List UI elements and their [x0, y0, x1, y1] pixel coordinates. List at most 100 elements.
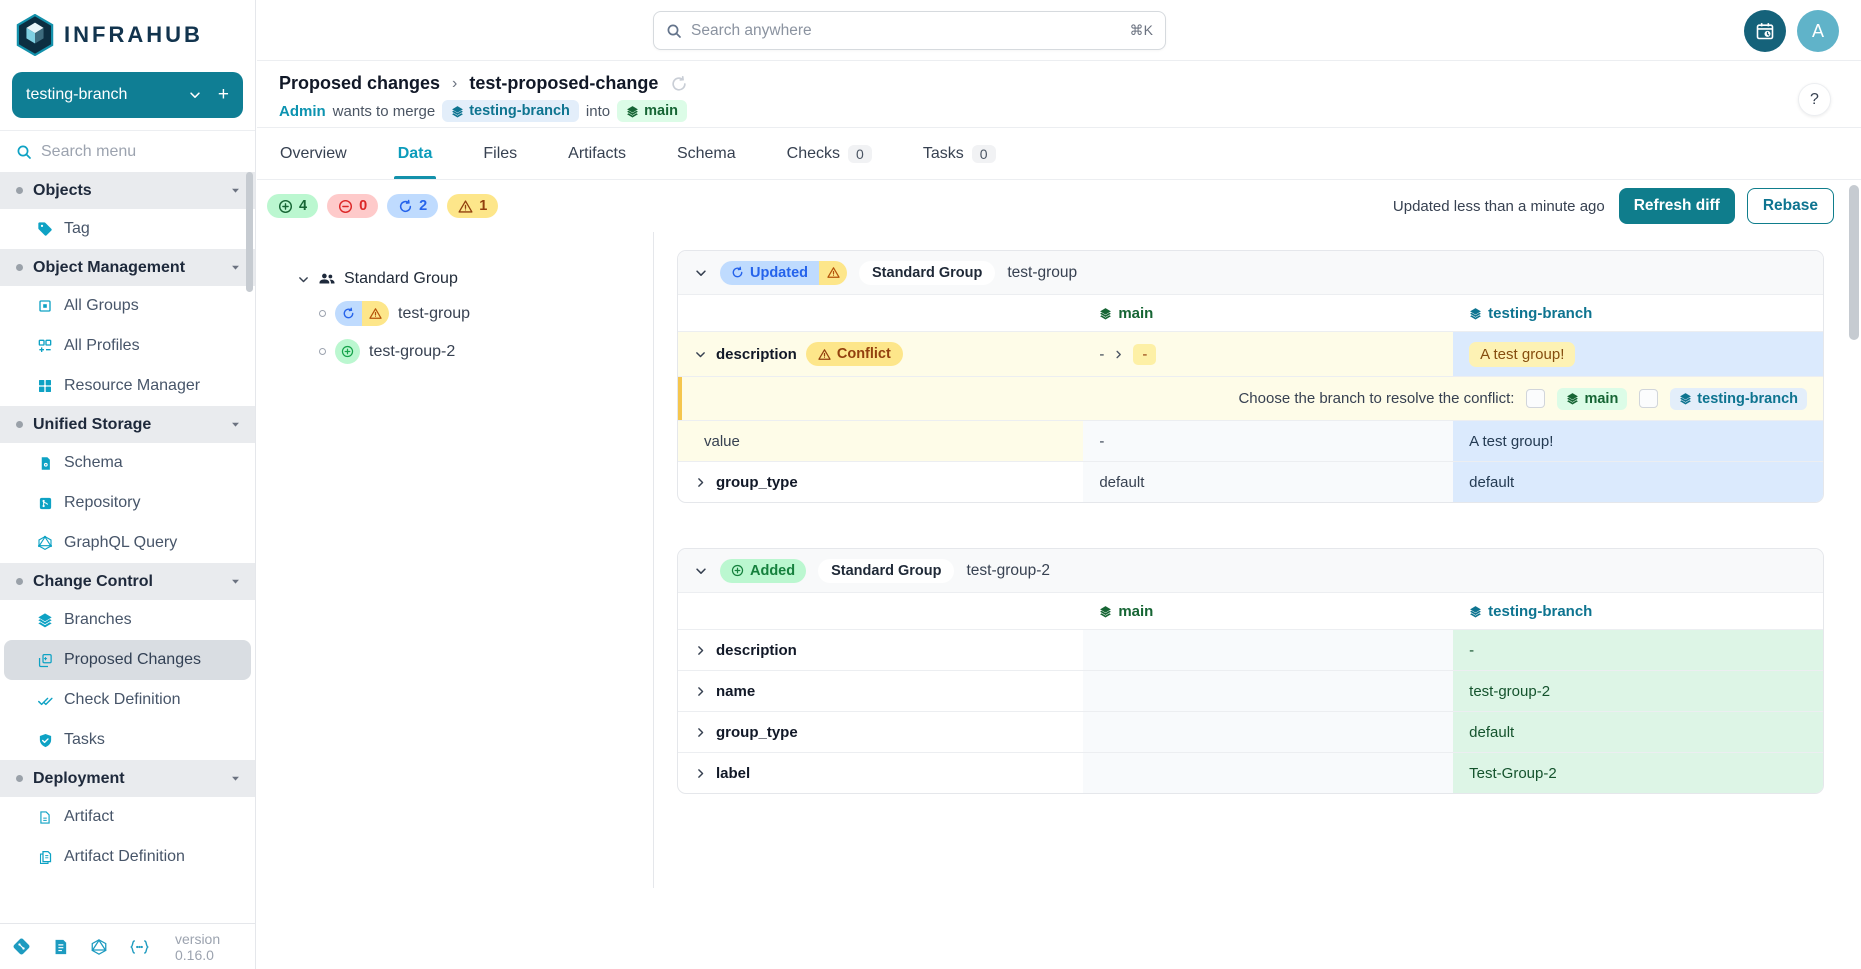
- sidebar-scrollbar[interactable]: [246, 172, 253, 292]
- tab-tasks[interactable]: Tasks0: [923, 128, 996, 179]
- tab-bar: Overview Data Files Artifacts Schema Che…: [257, 128, 1861, 180]
- sidebar-item-check-definition[interactable]: Check Definition: [0, 680, 255, 720]
- avatar[interactable]: A: [1797, 10, 1839, 52]
- conflicts-counter: 1: [447, 194, 498, 218]
- logo: INFRAHUB: [0, 0, 255, 66]
- chevron-down-icon[interactable]: [694, 564, 708, 578]
- sidebar-item-all-profiles[interactable]: All Profiles: [0, 326, 255, 366]
- attribute-row-description[interactable]: description -: [678, 630, 1823, 671]
- chevron-right-icon[interactable]: [694, 726, 707, 739]
- tab-artifacts[interactable]: Artifacts: [568, 128, 626, 179]
- tab-checks[interactable]: Checks0: [787, 128, 872, 179]
- sidebar-item-graphql-query[interactable]: GraphQL Query: [0, 523, 255, 563]
- main-value-cell: default: [1083, 462, 1453, 502]
- help-button[interactable]: ?: [1798, 83, 1831, 116]
- chevron-down-icon[interactable]: [694, 348, 707, 361]
- target-branch-badge: main: [617, 100, 687, 122]
- layers-icon: [1099, 307, 1112, 320]
- layers-icon: [451, 105, 464, 118]
- chevron-down-icon: [188, 88, 202, 102]
- chevron-right-icon[interactable]: [694, 685, 707, 698]
- tree-bullet-icon: [319, 348, 326, 355]
- chevron-down-icon[interactable]: [694, 266, 708, 280]
- section-unified-storage[interactable]: Unified Storage: [0, 406, 255, 443]
- sidebar-item-resource-manager[interactable]: Resource Manager: [0, 366, 255, 406]
- author-link[interactable]: Admin: [279, 103, 326, 120]
- sidebar-item-repository[interactable]: Repository: [0, 483, 255, 523]
- tree-node-standard-group[interactable]: Standard Group: [297, 270, 653, 288]
- git-icon[interactable]: [12, 937, 31, 956]
- tree-node-test-group[interactable]: test-group: [319, 301, 653, 326]
- section-change-control[interactable]: Change Control: [0, 563, 255, 600]
- column-main: main: [1083, 593, 1453, 629]
- chevron-down-icon: [230, 262, 241, 273]
- tab-schema[interactable]: Schema: [677, 128, 736, 179]
- section-deployment[interactable]: Deployment: [0, 760, 255, 797]
- chevron-right-icon[interactable]: [694, 767, 707, 780]
- panel-header[interactable]: Updated Standard Group test-group: [678, 251, 1823, 295]
- sidebar-item-branches[interactable]: Branches: [0, 600, 255, 640]
- main-value-cell: -: [1083, 421, 1453, 461]
- breadcrumb-parent[interactable]: Proposed changes: [279, 73, 440, 94]
- object-tree: Standard Group test-group test-group-2: [257, 232, 654, 888]
- documentation-icon[interactable]: [52, 938, 69, 956]
- attribute-row-description[interactable]: description Conflict - - A t: [678, 332, 1823, 377]
- refresh-icon[interactable]: [670, 75, 688, 93]
- all-profiles-icon: [36, 338, 54, 354]
- menu-search-input[interactable]: [41, 143, 239, 161]
- added-counter: 4: [267, 194, 318, 218]
- resolve-main-checkbox[interactable]: [1526, 389, 1545, 408]
- sidebar-item-all-groups[interactable]: All Groups: [0, 286, 255, 326]
- attribute-row-label[interactable]: label Test-Group-2: [678, 753, 1823, 793]
- column-header-row: main testing-branch: [678, 295, 1823, 332]
- topbar: ⌘K A: [257, 0, 1861, 61]
- main-value-cell: [1083, 630, 1453, 670]
- attribute-row-group-type[interactable]: group_type default default: [678, 462, 1823, 502]
- tab-overview[interactable]: Overview: [280, 128, 347, 179]
- conflict-resolution-row: Choose the branch to resolve the conflic…: [678, 377, 1823, 421]
- code-braces-icon[interactable]: [129, 939, 150, 955]
- layers-icon: [626, 105, 639, 118]
- refresh-diff-button[interactable]: Refresh diff: [1619, 188, 1735, 224]
- removed-counter: 0: [327, 194, 378, 218]
- rebase-button[interactable]: Rebase: [1747, 188, 1834, 224]
- diff-panels: Updated Standard Group test-group main: [654, 232, 1861, 888]
- attribute-row-group-type[interactable]: group_type default: [678, 712, 1823, 753]
- sidebar-item-proposed-changes[interactable]: Proposed Changes: [4, 640, 251, 680]
- sidebar-item-tag[interactable]: Tag: [0, 209, 255, 249]
- section-object-management[interactable]: Object Management: [0, 249, 255, 286]
- sidebar-item-artifact[interactable]: Artifact: [0, 797, 255, 837]
- sidebar-item-tasks[interactable]: Tasks: [0, 720, 255, 760]
- chevron-right-icon[interactable]: [694, 644, 707, 657]
- sidebar-item-artifact-definition[interactable]: Artifact Definition: [0, 837, 255, 877]
- section-bullet: [16, 421, 23, 428]
- tab-files[interactable]: Files: [483, 128, 517, 179]
- branch-selector-value: testing-branch: [26, 86, 188, 104]
- section-bullet: [16, 264, 23, 271]
- sidebar-item-schema[interactable]: Schema: [0, 443, 255, 483]
- tab-data[interactable]: Data: [398, 128, 433, 179]
- section-bullet: [16, 775, 23, 782]
- branch-selector[interactable]: testing-branch +: [12, 72, 243, 118]
- merge-summary: Admin wants to merge testing-branch into…: [279, 100, 1861, 122]
- chevron-down-icon: [297, 273, 310, 286]
- global-search-input[interactable]: [691, 22, 1121, 40]
- sync-icon: [398, 199, 413, 214]
- attribute-row-name[interactable]: name test-group-2: [678, 671, 1823, 712]
- repository-icon: [36, 496, 54, 511]
- testing-branch-badge: testing-branch: [1670, 388, 1807, 410]
- page-scrollbar[interactable]: [1849, 185, 1859, 340]
- graphql-sandbox-icon[interactable]: [90, 938, 108, 956]
- panel-header[interactable]: Added Standard Group test-group-2: [678, 549, 1823, 593]
- updated-counter: 2: [387, 194, 438, 218]
- section-objects[interactable]: Objects: [0, 172, 255, 209]
- chevron-right-icon[interactable]: [694, 476, 707, 489]
- chevron-down-icon: [230, 185, 241, 196]
- resolve-branch-checkbox[interactable]: [1639, 389, 1658, 408]
- main-value-cell: [1083, 753, 1453, 793]
- source-branch-badge: testing-branch: [442, 100, 579, 122]
- tree-node-test-group-2[interactable]: test-group-2: [319, 339, 653, 364]
- add-branch-button[interactable]: +: [218, 84, 229, 106]
- schedule-button[interactable]: [1744, 10, 1786, 52]
- logo-text: INFRAHUB: [64, 22, 203, 48]
